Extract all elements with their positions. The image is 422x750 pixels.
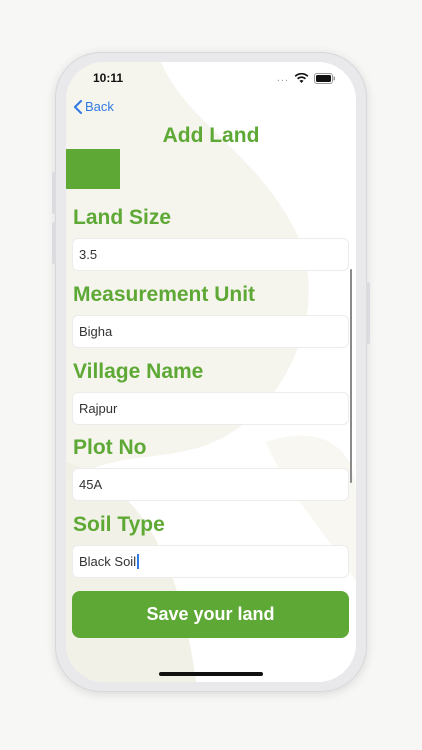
- soil-type-value: Black Soil: [79, 554, 137, 569]
- signal-icon: ...: [276, 72, 289, 84]
- land-image-placeholder[interactable]: [66, 149, 120, 189]
- volume-up-button: [52, 172, 56, 214]
- wifi-icon: [294, 72, 309, 83]
- village-name-input[interactable]: Rajpur: [72, 392, 349, 425]
- app-screen: 10:11 ... Back Add Land Land Size 3.5 Me…: [66, 62, 356, 682]
- save-button[interactable]: Save your land: [72, 591, 349, 638]
- back-label: Back: [85, 99, 114, 114]
- back-button[interactable]: Back: [73, 99, 114, 114]
- power-button: [366, 282, 370, 344]
- village-name-label: Village Name: [73, 360, 204, 383]
- status-icons: ...: [277, 72, 336, 84]
- soil-type-input[interactable]: Black Soil: [72, 545, 349, 578]
- status-bar: 10:11 ...: [66, 62, 356, 92]
- plot-no-input[interactable]: 45A: [72, 468, 349, 501]
- volume-down-button: [52, 222, 56, 264]
- soil-type-label: Soil Type: [73, 513, 165, 536]
- page-title: Add Land: [162, 124, 260, 147]
- back-chevron-icon: [74, 99, 82, 114]
- home-indicator[interactable]: [159, 672, 263, 676]
- text-cursor: [137, 554, 140, 569]
- measurement-unit-input[interactable]: Bigha: [72, 315, 349, 348]
- land-size-input[interactable]: 3.5: [72, 238, 349, 271]
- measurement-unit-label: Measurement Unit: [73, 283, 256, 306]
- plot-no-label: Plot No: [73, 436, 147, 459]
- battery-icon: [314, 72, 335, 84]
- status-time: 10:11: [93, 71, 124, 85]
- land-size-label: Land Size: [73, 206, 172, 229]
- scrollbar[interactable]: [350, 269, 352, 483]
